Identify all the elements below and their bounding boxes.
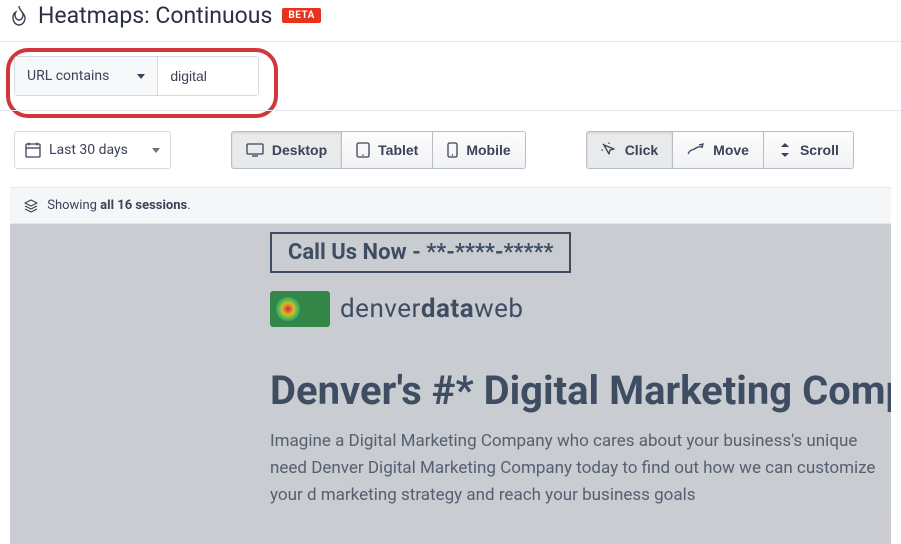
call-us-banner: Call Us Now - **-****-***** <box>270 232 571 273</box>
toolbar: Last 30 days Desktop Tablet Mobile <box>0 111 901 187</box>
device-tablet-label: Tablet <box>378 142 418 158</box>
layers-icon <box>24 199 38 213</box>
hero-title: Denver's #* Digital Marketing Comp <box>270 367 891 414</box>
scroll-icon <box>778 142 792 158</box>
device-desktop-label: Desktop <box>272 142 327 158</box>
sessions-suffix: . <box>187 198 190 213</box>
calendar-icon <box>25 142 41 158</box>
chevron-down-icon <box>152 148 160 153</box>
device-mobile-label: Mobile <box>466 142 510 158</box>
map-scroll-label: Scroll <box>800 142 839 158</box>
logo-mark <box>270 291 330 327</box>
sessions-prefix: Showing <box>47 198 100 213</box>
site-logo: denverdataweb <box>270 291 891 327</box>
map-move-label: Move <box>713 142 749 158</box>
chevron-down-icon <box>137 74 145 79</box>
heatmap-dot-icon <box>276 297 300 321</box>
beta-badge: BETA <box>282 8 321 23</box>
url-filter: URL contains <box>14 56 259 96</box>
map-type-segment: Click Move Scroll <box>586 131 854 169</box>
device-desktop-button[interactable]: Desktop <box>231 131 342 169</box>
tablet-icon <box>356 142 370 158</box>
logo-text: denverdataweb <box>340 294 524 324</box>
url-filter-row: URL contains <box>0 41 901 111</box>
device-mobile-button[interactable]: Mobile <box>433 131 525 169</box>
map-scroll-button[interactable]: Scroll <box>764 131 854 169</box>
map-click-button[interactable]: Click <box>586 131 673 169</box>
url-mode-select[interactable]: URL contains <box>15 57 158 95</box>
map-move-button[interactable]: Move <box>673 131 764 169</box>
click-icon <box>601 142 617 158</box>
heatmap-preview: Call Us Now - **-****-***** denverdatawe… <box>10 224 891 544</box>
device-tablet-button[interactable]: Tablet <box>342 131 433 169</box>
desktop-icon <box>246 143 264 157</box>
sessions-bar: Showing all 16 sessions. <box>10 187 891 224</box>
preview-page: Call Us Now - **-****-***** denverdatawe… <box>270 224 891 510</box>
date-range-button[interactable]: Last 30 days <box>14 131 171 169</box>
url-value-input[interactable] <box>158 57 258 95</box>
map-click-label: Click <box>625 142 658 158</box>
page-title: Heatmaps: Continuous <box>38 2 272 29</box>
mobile-icon <box>447 142 458 158</box>
device-segment: Desktop Tablet Mobile <box>231 131 526 169</box>
move-icon <box>687 143 705 157</box>
hero-body: Imagine a Digital Marketing Company who … <box>270 428 891 510</box>
date-range-label: Last 30 days <box>49 142 128 158</box>
fire-icon <box>10 6 28 26</box>
sessions-count: all 16 sessions <box>100 198 187 213</box>
url-mode-label: URL contains <box>27 68 109 84</box>
page-header: Heatmaps: Continuous BETA <box>0 0 901 41</box>
